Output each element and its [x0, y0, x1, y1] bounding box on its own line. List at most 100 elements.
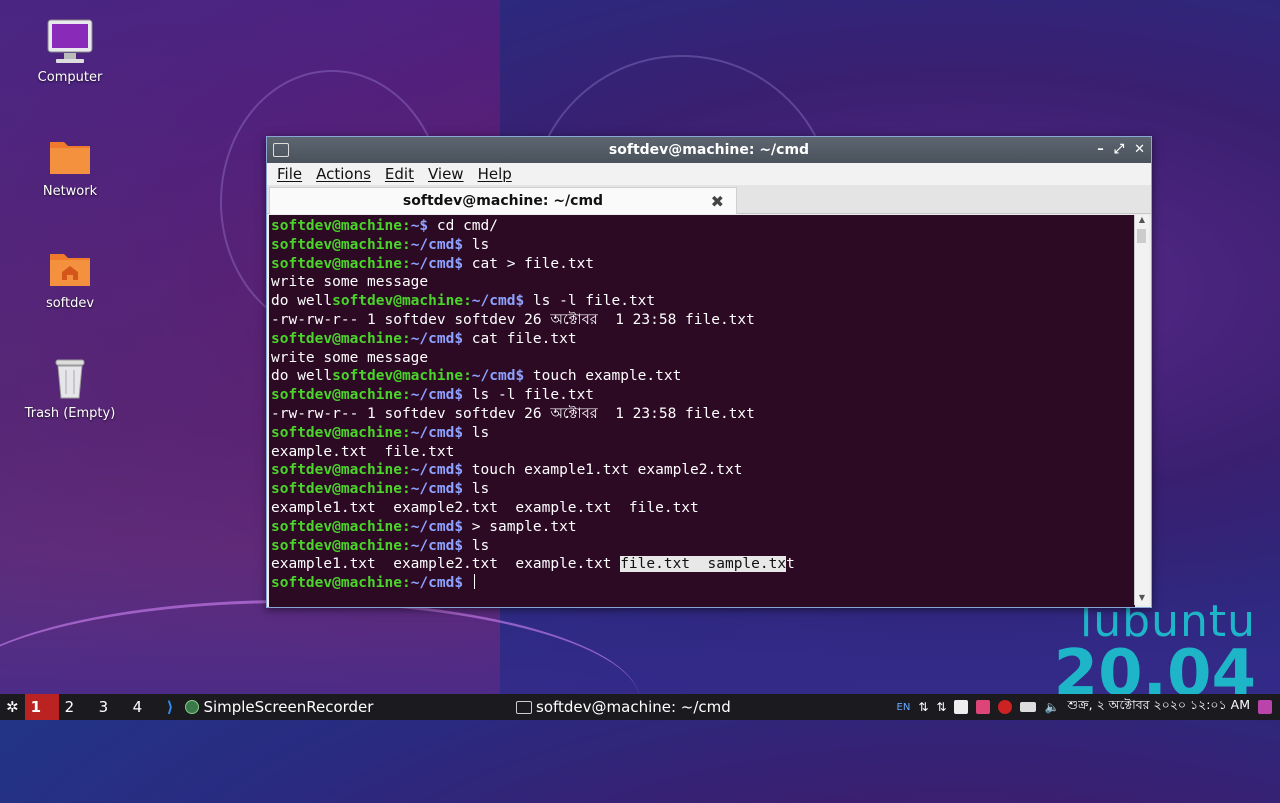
scroll-up-icon[interactable]: ▲ [1135, 215, 1149, 227]
terminal-line: softdev@machine:~/cmd$ ls -l file.txt [269, 386, 1135, 405]
menu-bar: File Actions Edit View Help [267, 163, 1151, 185]
tab-label: softdev@machine: ~/cmd [402, 193, 604, 209]
workspace-2[interactable]: 2 [59, 694, 93, 720]
prompt-path: ~/cmd [410, 481, 455, 498]
scrollbar-thumb[interactable] [1137, 229, 1146, 243]
command-text [463, 575, 472, 591]
desktop-icon-home[interactable]: softdev [20, 244, 120, 311]
menu-file[interactable]: File [277, 165, 302, 183]
prompt-colon: : [401, 424, 411, 441]
close-button[interactable]: ✕ [1134, 142, 1145, 157]
tab-close-icon[interactable]: ✖ [711, 192, 724, 211]
record-icon[interactable] [998, 700, 1013, 714]
prompt-dollar: $ [454, 387, 464, 404]
update-icon[interactable] [976, 700, 991, 714]
window-titlebar[interactable]: softdev@machine: ~/cmd – ⤢ ✕ [267, 137, 1151, 163]
start-menu-button[interactable]: ✲ [0, 694, 25, 720]
recorder-icon [185, 700, 200, 714]
network-down-icon[interactable]: ⇅ [936, 700, 946, 714]
desktop-icon-computer[interactable]: Computer [20, 18, 120, 85]
terminal-line: softdev@machine:~/cmd$ touch example1.tx… [269, 461, 1135, 480]
volume-icon[interactable]: 🔈 [1044, 700, 1059, 714]
command-output: example.txt file.txt [271, 443, 455, 460]
prompt-colon: : [401, 518, 411, 535]
desktop-icon-label: Network [42, 184, 98, 199]
workspace-4[interactable]: 4 [127, 694, 161, 720]
lubuntu-start-icon: ✲ [6, 698, 19, 716]
command-output: -rw-rw-r-- 1 softdev softdev 26 অক্টোবর … [271, 311, 755, 328]
menu-actions[interactable]: Actions [316, 165, 371, 183]
terminal-line: softdev@machine:~/cmd$ ls [269, 537, 1135, 556]
desktop-icon-label: softdev [45, 296, 95, 311]
menu-help[interactable]: Help [478, 165, 512, 183]
prompt-colon: : [401, 236, 411, 253]
scroll-down-icon[interactable]: ▼ [1135, 593, 1149, 605]
tab-terminal[interactable]: softdev@machine: ~/cmd ✖ [269, 187, 737, 214]
trash-icon [46, 354, 94, 402]
prompt-user: softdev@machine [271, 255, 402, 272]
prompt-colon: : [463, 368, 472, 385]
prompt-path: ~/cmd [410, 537, 455, 554]
computer-icon [46, 18, 94, 66]
taskbar-app-label: softdev@machine: ~/cmd [536, 698, 731, 716]
prompt-colon: : [401, 481, 411, 498]
selected-text[interactable]: file.txt sample.tx [620, 556, 787, 573]
prompt-colon: : [401, 218, 411, 234]
command-text: ls [463, 424, 490, 441]
terminal-line: write some message [269, 349, 1135, 368]
command-text: ls [463, 481, 490, 498]
taskbar-app-recorder[interactable]: SimpleScreenRecorder [179, 694, 379, 720]
terminal-output[interactable]: softdev@machine:~$ cd cmd/softdev@machin… [269, 215, 1135, 607]
terminal-line: softdev@machine:~/cmd$ ls [269, 480, 1135, 499]
prompt-path: ~/cmd [410, 518, 455, 535]
minimize-button[interactable]: – [1097, 142, 1104, 157]
prompt-colon: : [401, 330, 411, 347]
terminal-line: do wellsoftdev@machine:~/cmd$ ls -l file… [269, 292, 1135, 311]
restore-button[interactable]: ⤢ [1114, 142, 1124, 157]
battery-icon[interactable] [1020, 702, 1037, 712]
terminal-line: softdev@machine:~/cmd$ [269, 574, 1135, 593]
prompt-user: softdev@machine [271, 481, 402, 498]
workspace-3[interactable]: 3 [93, 694, 127, 720]
show-desktop-icon[interactable] [1258, 700, 1272, 714]
command-output: example1.txt example2.txt example.txt [271, 556, 621, 573]
prompt-colon: : [401, 462, 411, 479]
prompt-path: ~/cmd [410, 236, 455, 253]
clock[interactable]: শুক্র, ২ অক্টোবর ২০২০ ১২:০১ AM [1067, 697, 1250, 717]
desktop-icon-network[interactable]: Network [20, 132, 120, 199]
command-text: cat > file.txt [463, 255, 595, 272]
desktop-icon-trash[interactable]: Trash (Empty) [20, 354, 120, 421]
command-text: touch example.txt [524, 368, 682, 385]
taskbar-app-terminal[interactable]: softdev@machine: ~/cmd [510, 694, 737, 720]
prompt-dollar: $ [454, 236, 464, 253]
terminal-line: softdev@machine:~/cmd$ ls [269, 424, 1135, 443]
prompt-user: softdev@machine [271, 218, 402, 234]
menu-view[interactable]: View [428, 165, 464, 183]
command-text: > sample.txt [463, 518, 577, 535]
terminal-line: -rw-rw-r-- 1 softdev softdev 26 অক্টোবর … [269, 311, 1135, 330]
prompt-path: ~/cmd [410, 387, 455, 404]
terminal-window[interactable]: softdev@machine: ~/cmd – ⤢ ✕ File Action… [266, 136, 1152, 608]
prompt-dollar: $ [515, 368, 525, 385]
prompt-dollar: $ [454, 424, 464, 441]
workspace-1[interactable]: 1 [24, 694, 59, 720]
prompt-path: ~/cmd [410, 330, 455, 347]
clipboard-icon[interactable] [954, 700, 969, 714]
command-text: ls -l file.txt [524, 293, 656, 310]
text-cursor [473, 574, 475, 590]
terminal-line: example1.txt example2.txt example.txt fi… [269, 555, 1135, 574]
prompt-path: ~/cmd [410, 424, 455, 441]
menu-edit[interactable]: Edit [385, 165, 414, 183]
desktop-icon-label: Computer [37, 70, 103, 85]
prompt-user: softdev@machine [271, 424, 402, 441]
keyboard-layout[interactable]: EN [897, 702, 911, 713]
network-up-icon[interactable]: ⇅ [918, 700, 928, 714]
vscode-launcher[interactable]: ⟩ [161, 694, 180, 720]
scrollbar[interactable]: ▲ ▼ [1134, 215, 1149, 605]
terminal-line: do wellsoftdev@machine:~/cmd$ touch exam… [269, 367, 1135, 386]
command-text: cd cmd/ [428, 218, 498, 234]
prompt-dollar: $ [454, 575, 464, 592]
terminal-line: -rw-rw-r-- 1 softdev softdev 26 অক্টোবর … [269, 405, 1135, 424]
command-output: example1.txt example2.txt example.txt fi… [271, 499, 699, 516]
prompt-dollar: $ [454, 462, 464, 479]
